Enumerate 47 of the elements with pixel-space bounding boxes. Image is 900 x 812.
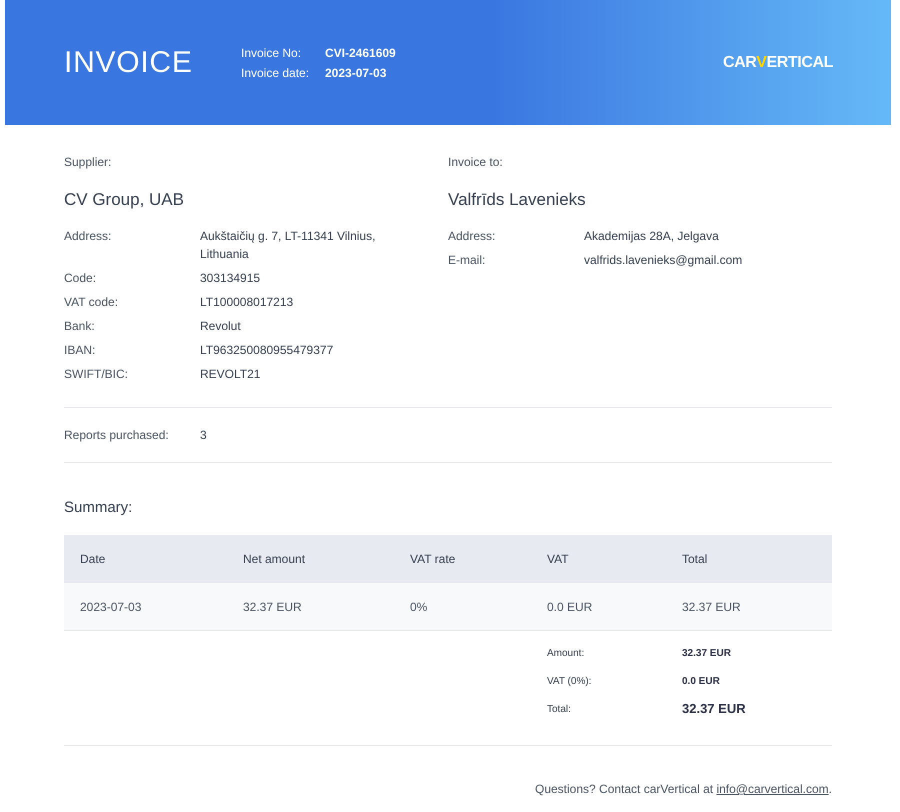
field-label: Address:	[448, 228, 496, 244]
field-value: LT963250080955479377	[200, 342, 334, 358]
field-label: Reports purchased:	[64, 426, 170, 444]
table-cell-text: 0.0 EUR	[547, 598, 594, 616]
meta-label: Invoice date:	[241, 64, 310, 82]
logo: CARVERTICAL	[723, 52, 833, 72]
footer-note: Questions? Contact carVertical at info@carvertical.com.	[535, 781, 832, 798]
total-value: 32.37 EUR	[682, 700, 747, 718]
field-value: valfrids.lavenieks@gmail.com	[584, 252, 744, 268]
field-label: E-mail:	[448, 252, 486, 268]
total-label: Total:	[547, 702, 572, 716]
invoice-title: INVOICE	[64, 45, 194, 81]
meta-value: CVI-2461609	[325, 44, 396, 62]
total-label: Amount:	[547, 646, 586, 660]
meta-label: Invoice No:	[241, 44, 302, 62]
total-value: 32.37 EUR	[682, 646, 732, 660]
party-name: Valfrīds Lavenieks	[448, 189, 587, 211]
total-label: VAT (0%):	[547, 674, 592, 688]
field-value: 3	[200, 426, 207, 444]
table-cell-text: 2023-07-03	[80, 598, 142, 616]
section-label: Supplier:	[64, 154, 112, 171]
field-label: Address:	[64, 228, 112, 244]
field-label: SWIFT/BIC:	[64, 366, 129, 382]
field-label: Bank:	[64, 318, 96, 334]
column-header: VAT rate	[410, 551, 456, 568]
column-header: VAT	[547, 551, 570, 568]
field-value: LT100008017213	[200, 294, 294, 310]
field-label: IBAN:	[64, 342, 96, 358]
field-value: REVOLT21	[200, 366, 262, 382]
column-header: Date	[80, 551, 106, 568]
column-header: Net amount	[243, 551, 306, 568]
field-value: Akademijas 28A, Jelgava	[584, 228, 720, 244]
summary-title: Summary:	[64, 498, 134, 518]
table-cell-text: 32.37 EUR	[243, 598, 303, 616]
meta-value: 2023-07-03	[325, 64, 386, 82]
table-cell-text: 32.37 EUR	[682, 598, 742, 616]
email-link[interactable]: info@carvertical.com	[716, 782, 829, 796]
column-header: Total	[682, 551, 708, 568]
field-value: Aukštaičių g. 7, LT-11341 Vilnius, Lithuania	[200, 228, 376, 262]
field-label: Code:	[64, 270, 98, 286]
total-value: 0.0 EUR	[682, 674, 721, 688]
section-label: Invoice to:	[448, 154, 504, 171]
party-name: CV Group, UAB	[64, 189, 185, 211]
field-label: VAT code:	[64, 294, 120, 310]
table-cell-text: 0%	[410, 598, 428, 616]
field-value: 303134915	[200, 270, 262, 286]
field-value: Revolut	[200, 318, 242, 334]
